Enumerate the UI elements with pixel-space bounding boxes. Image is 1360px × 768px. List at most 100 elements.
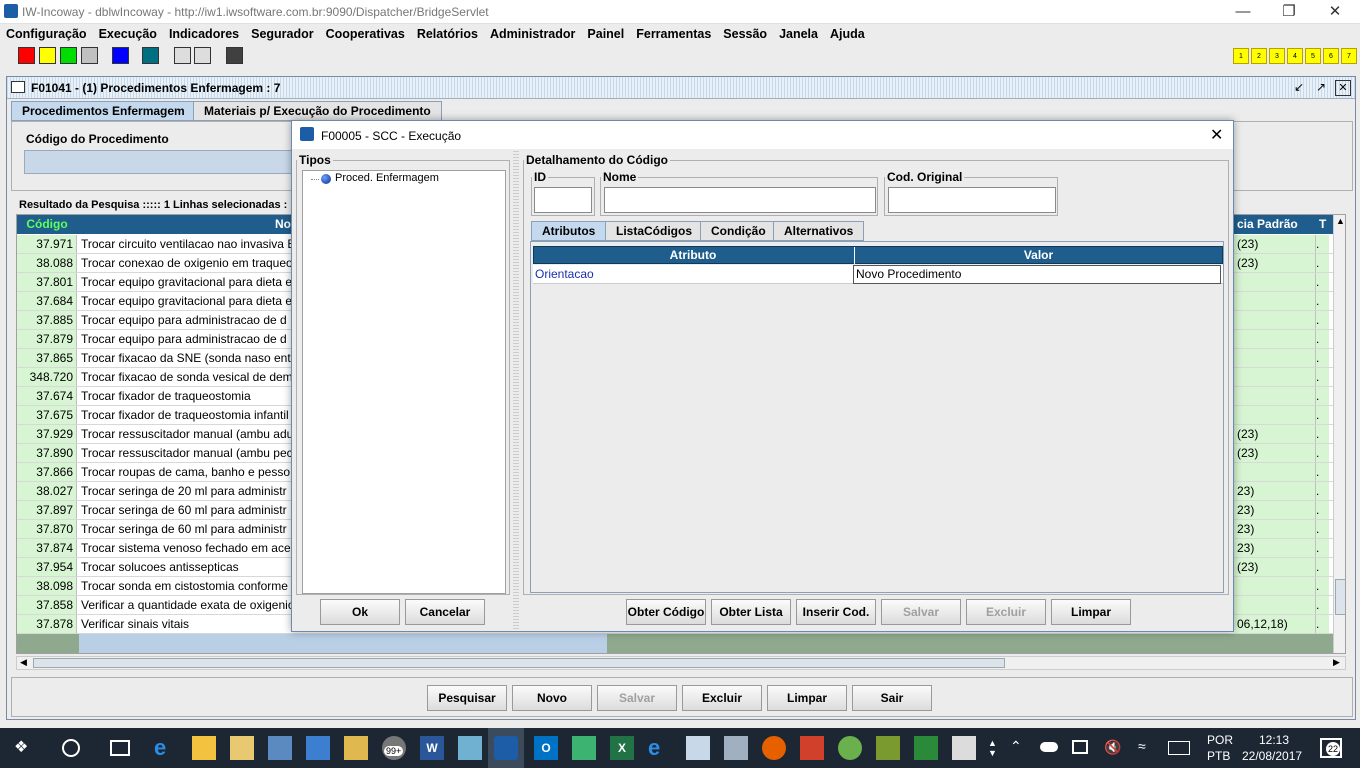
app-icon-4[interactable] [344,736,368,760]
novo-button[interactable]: Novo [512,685,592,711]
vertical-scrollbar[interactable]: ▲ [1333,215,1345,653]
menu-configuracao[interactable]: Configuração [6,27,87,41]
dialog-close-icon[interactable]: ✕ [1210,125,1223,145]
firefox-icon[interactable] [762,736,786,760]
onedrive-icon[interactable] [1040,742,1058,752]
tile-windows-icon[interactable] [194,47,211,64]
window-7-button[interactable]: 7 [1341,48,1357,64]
window-2-button[interactable]: 2 [1251,48,1267,64]
word-icon[interactable]: W [420,736,444,760]
frame-minimize-icon[interactable]: ↙ [1291,80,1307,96]
color-dark-button[interactable] [226,47,243,64]
menu-ajuda[interactable]: Ajuda [830,27,865,41]
network-adapter-icon[interactable] [1072,740,1088,754]
app-icon-6[interactable] [686,736,710,760]
window-4-button[interactable]: 4 [1287,48,1303,64]
tab-atributos[interactable]: Atributos [531,221,607,241]
tab-condicao[interactable]: Condição [700,221,777,241]
visual-studio-icon[interactable] [572,736,596,760]
window-5-button[interactable]: 5 [1305,48,1321,64]
frame-maximize-icon[interactable]: ↗ [1313,80,1329,96]
col-freq-header[interactable]: cia Padrão [1237,215,1317,233]
hscroll-thumb[interactable] [33,658,1005,668]
lang-ptb[interactable]: PTB [1207,749,1230,763]
menu-painel[interactable]: Painel [587,27,624,41]
color-yellow-button[interactable] [39,47,56,64]
col-t-header[interactable]: T [1319,215,1333,233]
app-icon-11[interactable] [914,736,938,760]
close-button[interactable]: ✕ [1312,2,1358,22]
sair-button[interactable]: Sair [852,685,932,711]
menu-indicadores[interactable]: Indicadores [169,27,239,41]
scroll-left-icon[interactable]: ◀ [20,657,27,668]
dialog-excluir-button[interactable]: Excluir [966,599,1046,625]
clock-time[interactable]: 12:13 [1259,733,1289,747]
menu-janela[interactable]: Janela [779,27,818,41]
minimize-button[interactable]: — [1220,2,1266,22]
obter-codigo-button[interactable]: Obter Código [626,599,706,625]
taskbar-scroll-icon[interactable]: ▲ ▼ [988,738,997,758]
color-green-button[interactable] [60,47,77,64]
app-icon-8[interactable] [800,736,824,760]
ie-icon[interactable]: e [648,736,672,760]
cancelar-button[interactable]: Cancelar [405,599,485,625]
volume-muted-icon[interactable]: 🔇 [1104,739,1121,756]
tree-item-proced-enfermagem[interactable]: Proced. Enfermagem [335,172,439,184]
menu-ferramentas[interactable]: Ferramentas [636,27,711,41]
nome-input[interactable] [604,187,876,213]
menu-sessao[interactable]: Sessão [723,27,767,41]
pesquisar-button[interactable]: Pesquisar [427,685,507,711]
color-red-button[interactable] [18,47,35,64]
clock-date[interactable]: 22/08/2017 [1242,749,1302,763]
menu-execucao[interactable]: Execução [99,27,157,41]
excel-icon[interactable]: X [610,736,634,760]
attr-row[interactable]: Orientacao Novo Procedimento [533,265,1223,284]
scroll-up-icon[interactable]: ▲ [1336,216,1345,226]
frame-close-icon[interactable]: ✕ [1335,80,1351,96]
id-input[interactable] [534,187,592,213]
scroll-thumb[interactable] [1335,579,1345,615]
salvar-button[interactable]: Salvar [597,685,677,711]
app-icon-3[interactable] [306,736,330,760]
scroll-right-icon[interactable]: ▶ [1333,657,1340,668]
col-codigo-header[interactable]: Código [17,215,77,233]
limpar-button[interactable]: Limpar [767,685,847,711]
color-teal-button[interactable] [142,47,159,64]
menu-administrador[interactable]: Administrador [490,27,575,41]
incoway-app-icon[interactable] [494,736,518,760]
splitter[interactable] [513,151,519,631]
menu-cooperativas[interactable]: Cooperativas [326,27,405,41]
obter-lista-button[interactable]: Obter Lista [711,599,791,625]
dialog-salvar-button[interactable]: Salvar [881,599,961,625]
tab-procedimentos-enfermagem[interactable]: Procedimentos Enfermagem [11,101,196,121]
app-icon-10[interactable] [876,736,900,760]
tab-lista-codigos[interactable]: ListaCódigos [605,221,704,241]
task-view-icon[interactable] [110,740,130,756]
menu-segurador[interactable]: Segurador [251,27,314,41]
show-hidden-icons[interactable]: ⌃ [1010,738,1022,755]
col-valor-header[interactable]: Valor [854,247,1222,264]
app-icon-5[interactable] [458,736,482,760]
window-3-button[interactable]: 3 [1269,48,1285,64]
window-6-button[interactable]: 6 [1323,48,1339,64]
horizontal-scrollbar[interactable]: ◀ ▶ [16,656,1346,670]
search-icon[interactable] [62,739,80,757]
start-icon[interactable]: ❖ [14,740,32,756]
window-1-button[interactable]: 1 [1233,48,1249,64]
wifi-icon[interactable]: ≈ [1138,738,1146,754]
inserir-cod-button[interactable]: Inserir Cod. [796,599,876,625]
codigo-input[interactable] [24,150,304,174]
keyboard-icon[interactable] [1168,741,1190,755]
app-icon-2[interactable] [268,736,292,760]
tab-alternativos[interactable]: Alternativos [773,221,865,241]
excluir-button[interactable]: Excluir [682,685,762,711]
maximize-button[interactable]: ❐ [1266,2,1312,22]
menu-relatorios[interactable]: Relatórios [417,27,478,41]
app-icon-badge[interactable]: 99+ [382,736,406,760]
app-icon-1[interactable] [230,736,254,760]
cod-original-input[interactable] [888,187,1056,213]
attr-value-input[interactable]: Novo Procedimento [853,265,1221,284]
app-icon-9[interactable] [838,736,862,760]
cascade-windows-icon[interactable] [174,47,191,64]
app-icon-12[interactable] [952,736,976,760]
